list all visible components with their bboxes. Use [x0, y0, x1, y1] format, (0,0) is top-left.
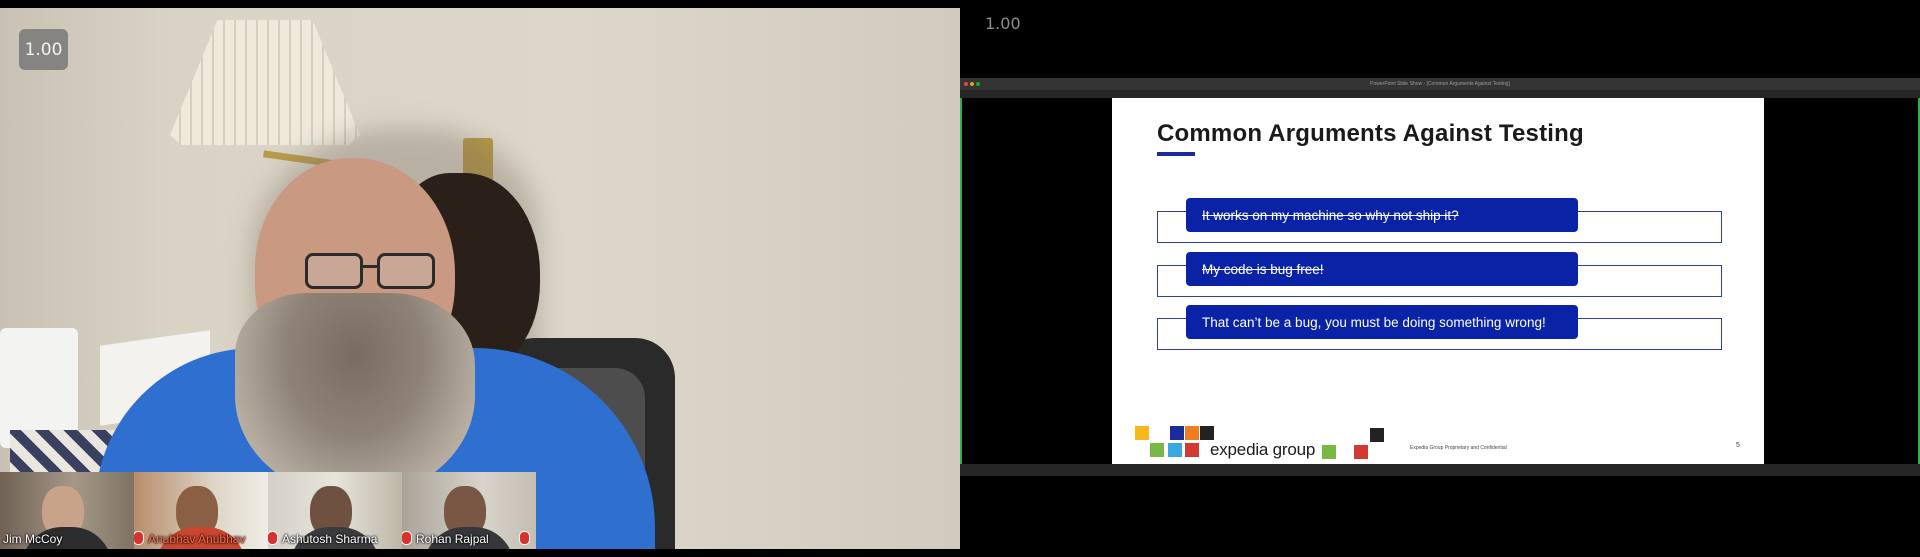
shared-window-title: PowerPoint Slide Show - [Common Argument… — [1370, 81, 1510, 87]
participant-tile[interactable]: Ashutosh Sharma — [268, 472, 402, 549]
participant-tile[interactable]: Jim McCoy — [0, 472, 134, 549]
participant-tile[interactable]: Anubhav Anubhav — [134, 472, 268, 549]
logo-block — [1354, 445, 1368, 459]
argument-text: My code is bug free! — [1202, 261, 1324, 277]
speaker-beard — [235, 293, 475, 498]
presentation-slide: Common Arguments Against Testing It work… — [1112, 98, 1764, 464]
logo-block — [1370, 428, 1384, 442]
participant-name: Rohan Rajpal — [416, 532, 489, 546]
participant-tile[interactable]: Rohan Rajpal — [402, 472, 536, 549]
share-zoom-label[interactable]: 1.00 — [985, 14, 1021, 33]
participant-name: Jim McCoy — [3, 532, 63, 546]
participant-strip: Jim McCoy Anubhav Anubhav Ashutosh Sharm… — [0, 472, 536, 549]
shared-window-toolbar — [960, 90, 1920, 98]
slide-footer: Expedia Group Proprietary and Confidenti… — [1410, 445, 1507, 451]
expedia-logo-text: expedia group — [1210, 440, 1316, 459]
share-border-left — [960, 78, 962, 476]
slide-title: Common Arguments Against Testing — [1157, 120, 1584, 147]
lamp — [170, 20, 360, 148]
speaker-glasses — [305, 253, 450, 289]
argument-pill: It works on my machine so why not ship i… — [1186, 198, 1578, 232]
argument-pill: That can’t be a bug, you must be doing s… — [1186, 305, 1578, 339]
argument-text: That can’t be a bug, you must be doing s… — [1202, 314, 1546, 330]
argument-text: It works on my machine so why not ship i… — [1202, 207, 1459, 223]
zoom-level-badge[interactable]: 1.00 — [19, 29, 68, 70]
speaker-video[interactable]: 1.00 — [0, 8, 960, 549]
slide-page-number: 5 — [1736, 442, 1740, 449]
muted-mic-icon — [519, 531, 530, 545]
participant-name: Ashutosh Sharma — [282, 532, 378, 546]
muted-mic-icon — [402, 531, 412, 545]
shared-window-statusbar — [960, 464, 1920, 476]
argument-pill: My code is bug free! — [1186, 252, 1578, 286]
muted-mic-icon — [268, 531, 278, 545]
expedia-logo-mark — [1135, 426, 1214, 460]
screen-share[interactable]: PowerPoint Slide Show - [Common Argument… — [960, 78, 1920, 476]
muted-mic-icon — [134, 531, 144, 545]
title-underline — [1157, 152, 1195, 156]
shared-window-titlebar: PowerPoint Slide Show - [Common Argument… — [960, 78, 1920, 90]
logo-block — [1322, 445, 1336, 459]
participant-name-active: Anubhav Anubhav — [148, 532, 246, 546]
